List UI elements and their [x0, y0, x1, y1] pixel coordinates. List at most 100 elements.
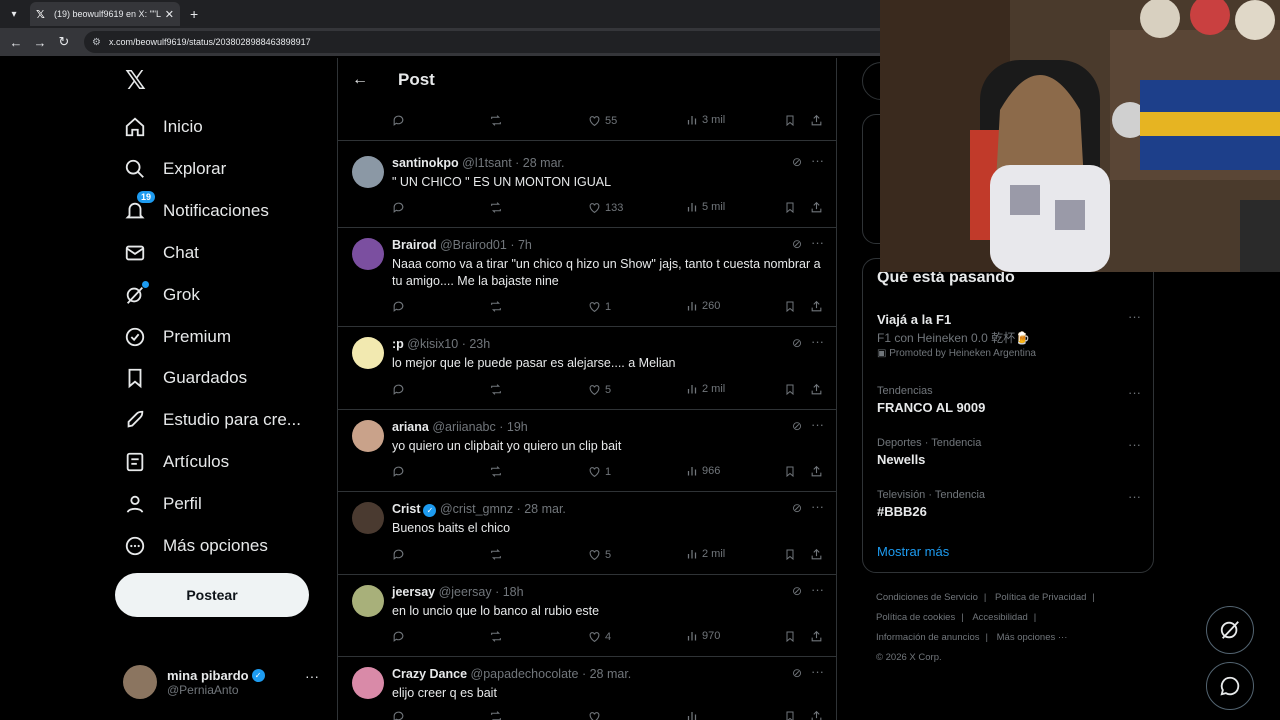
repost-button[interactable] [489, 114, 507, 127]
reply-item[interactable]: santinokpo @l1tsant · 28 mar. ⊘ ··· " UN CH… [338, 146, 836, 228]
bookmark-button[interactable] [784, 383, 800, 396]
tab-search-icon[interactable]: ▾ [4, 4, 24, 24]
reply-time[interactable]: · 19h [499, 420, 528, 434]
new-tab-icon[interactable]: + [190, 6, 198, 22]
like-button[interactable]: 5 [588, 548, 611, 561]
reply-time[interactable]: · 23h [462, 337, 491, 351]
sidebar-item-home[interactable]: Inicio [123, 107, 203, 147]
repost-button[interactable] [489, 548, 507, 561]
like-button[interactable]: 1 [588, 465, 611, 478]
reply-time[interactable]: · 28 mar. [515, 156, 564, 170]
account-switcher[interactable]: mina pibardo ✓ @PerniaAnto ··· [123, 658, 323, 706]
reply-author-handle[interactable]: @l1tsant [462, 156, 512, 170]
reply-button[interactable] [392, 114, 409, 127]
reply-author-name[interactable]: jeersay [392, 585, 435, 599]
grok-explain-icon[interactable]: ⊘ [792, 666, 802, 680]
bookmark-button[interactable] [784, 710, 800, 720]
reply-button[interactable] [392, 383, 409, 396]
sidebar-item-article[interactable]: Artículos [123, 442, 229, 482]
x-logo-icon[interactable]: 𝕏 [125, 67, 149, 93]
reply-author-name[interactable]: Brairod [392, 238, 436, 252]
reply-item[interactable]: 55 3 mil [338, 96, 836, 141]
views-button[interactable]: 3 mil [686, 114, 725, 126]
sidebar-item-rocket[interactable]: Estudio para cre... [123, 400, 301, 440]
reply-author-name[interactable]: Crist [392, 502, 420, 516]
more-icon[interactable]: ··· [1128, 437, 1141, 452]
more-icon[interactable]: ··· [811, 499, 824, 514]
grok-fab-button[interactable] [1206, 606, 1254, 654]
views-button[interactable] [686, 710, 702, 720]
footer-link[interactable]: Más opciones ··· [997, 632, 1068, 643]
reply-author-handle[interactable]: @crist_gmnz [440, 502, 513, 516]
chat-fab-button[interactable] [1206, 662, 1254, 710]
views-button[interactable]: 260 [686, 300, 720, 312]
reply-button[interactable] [392, 710, 409, 720]
footer-link[interactable]: Accesibilidad [972, 612, 1027, 623]
grok-explain-icon[interactable]: ⊘ [792, 237, 802, 251]
site-info-icon[interactable]: ⚙ [92, 37, 101, 48]
reply-author-handle[interactable]: @papadechocolate [471, 667, 579, 681]
bookmark-button[interactable] [784, 201, 800, 214]
reply-button[interactable] [392, 630, 409, 643]
reply-author-handle[interactable]: @jeersay [439, 585, 492, 599]
reply-item[interactable]: jeersay @jeersay · 18h ⊘ ··· en lo uncio qu… [338, 575, 836, 657]
reply-button[interactable] [392, 300, 409, 313]
like-button[interactable]: 4 [588, 630, 611, 643]
repost-button[interactable] [489, 710, 507, 720]
grok-explain-icon[interactable]: ⊘ [792, 419, 802, 433]
share-button[interactable] [810, 548, 827, 561]
sidebar-item-verified[interactable]: Premium [123, 317, 231, 357]
grok-explain-icon[interactable]: ⊘ [792, 501, 802, 515]
reply-author-name[interactable]: santinokpo [392, 156, 459, 170]
more-icon[interactable]: ··· [305, 668, 319, 684]
trend-item[interactable]: Televisión · Tendencia #BBB26 ··· [877, 489, 1141, 519]
reply-author-name[interactable]: :p [392, 337, 404, 351]
share-button[interactable] [810, 383, 827, 396]
repost-button[interactable] [489, 465, 507, 478]
avatar[interactable] [352, 585, 384, 617]
reply-item[interactable]: ariana @ariianabc · 19h ⊘ ··· yo quiero un … [338, 410, 836, 492]
reply-author-handle[interactable]: @ariianabc [432, 420, 495, 434]
more-icon[interactable]: ··· [811, 334, 824, 349]
grok-explain-icon[interactable]: ⊘ [792, 155, 802, 169]
more-icon[interactable]: ··· [811, 417, 824, 432]
browser-tab[interactable]: 𝕏 (19) beowulf9619 en X: ""Lolo c ✕ [30, 2, 180, 26]
more-icon[interactable]: ··· [811, 153, 824, 168]
reply-time[interactable]: · 28 mar. [582, 667, 631, 681]
share-button[interactable] [810, 710, 827, 720]
reply-author-name[interactable]: Crazy Dance [392, 667, 467, 681]
more-icon[interactable]: ··· [1128, 489, 1141, 504]
reply-item[interactable]: :p @kisix10 · 23h ⊘ ··· lo mejor que le pue… [338, 327, 836, 410]
footer-link[interactable]: Política de Privacidad [995, 592, 1086, 603]
bookmark-button[interactable] [784, 465, 800, 478]
avatar[interactable] [352, 420, 384, 452]
sidebar-item-bell[interactable]: 19 Notificaciones [123, 190, 269, 231]
reply-time[interactable]: · 18h [495, 585, 524, 599]
bookmark-button[interactable] [784, 300, 800, 313]
share-button[interactable] [810, 201, 827, 214]
more-icon[interactable]: ··· [811, 664, 824, 679]
repost-button[interactable] [489, 630, 507, 643]
reply-button[interactable] [392, 548, 409, 561]
reply-item[interactable]: Brairod @Brairod01 · 7h ⊘ ··· Naaa como va … [338, 228, 836, 327]
footer-link[interactable]: Política de cookies [876, 612, 955, 623]
grok-explain-icon[interactable]: ⊘ [792, 336, 802, 350]
bookmark-button[interactable] [784, 548, 800, 561]
forward-icon[interactable]: → [28, 35, 52, 50]
trend-item[interactable]: Tendencias FRANCO AL 9009 ··· [877, 385, 1141, 415]
footer-link[interactable]: Información de anuncios [876, 632, 980, 643]
like-button[interactable]: 133 [588, 201, 623, 214]
reply-author-name[interactable]: ariana [392, 420, 429, 434]
avatar[interactable] [352, 667, 384, 699]
repost-button[interactable] [489, 201, 507, 214]
sidebar-item-bookmark[interactable]: Guardados [123, 358, 247, 398]
reply-author-handle[interactable]: @kisix10 [407, 337, 458, 351]
reply-item[interactable]: Crist ✓ @crist_gmnz · 28 mar. ⊘ ··· Buenos b… [338, 492, 836, 575]
back-arrow-icon[interactable]: ← [352, 71, 368, 89]
reply-item[interactable]: Crazy Dance @papadechocolate · 28 mar. ⊘ ·… [338, 657, 836, 720]
avatar[interactable] [352, 156, 384, 188]
like-button[interactable]: 5 [588, 383, 611, 396]
sidebar-item-mail[interactable]: Chat [123, 233, 199, 273]
like-button[interactable] [588, 710, 605, 720]
more-icon[interactable]: ··· [1128, 309, 1141, 324]
